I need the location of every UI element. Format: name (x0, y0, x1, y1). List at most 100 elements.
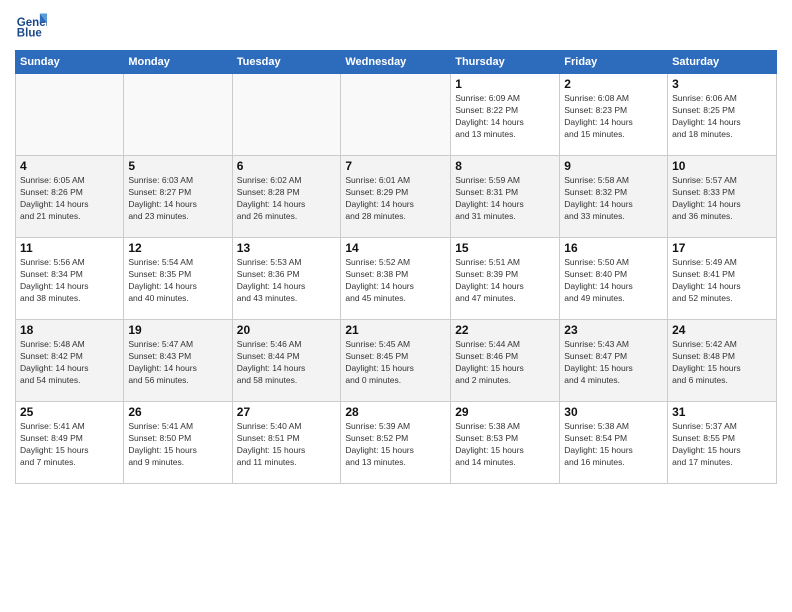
calendar-cell: 30 Sunrise: 5:38 AM Sunset: 8:54 PM Dayli… (560, 402, 668, 484)
day-number: 13 (237, 241, 337, 255)
day-info: Sunrise: 5:42 AM Sunset: 8:48 PM Dayligh… (672, 339, 772, 387)
calendar-cell: 14Sunrise: 5:52 AM Sunset: 8:38 PM Dayli… (341, 238, 451, 320)
day-info: Sunrise: 5:48 AM Sunset: 8:42 PM Dayligh… (20, 339, 119, 387)
day-number: 16 (564, 241, 663, 255)
day-info: Sunrise: 6:06 AM Sunset: 8:25 PM Dayligh… (672, 93, 772, 141)
day-info: Sunrise: 5:37 AM Sunset: 8:55 PM Dayligh… (672, 421, 772, 469)
calendar-cell: 15Sunrise: 5:51 AM Sunset: 8:39 PM Dayli… (451, 238, 560, 320)
day-number: 8 (455, 159, 555, 173)
day-number: 11 (20, 241, 119, 255)
calendar-page: General Blue SundayMondayTuesdayWednesda… (0, 0, 792, 612)
day-info: Sunrise: 5:39 AM Sunset: 8:52 PM Dayligh… (345, 421, 446, 469)
day-number: 7 (345, 159, 446, 173)
day-info: Sunrise: 5:57 AM Sunset: 8:33 PM Dayligh… (672, 175, 772, 223)
calendar-week-row: 1Sunrise: 6:09 AM Sunset: 8:22 PM Daylig… (16, 74, 777, 156)
day-number: 27 (237, 405, 337, 419)
calendar-cell (16, 74, 124, 156)
day-info: Sunrise: 6:02 AM Sunset: 8:28 PM Dayligh… (237, 175, 337, 223)
calendar-cell: 25 Sunrise: 5:41 AM Sunset: 8:49 PM Dayli… (16, 402, 124, 484)
calendar-cell: 1Sunrise: 6:09 AM Sunset: 8:22 PM Daylig… (451, 74, 560, 156)
calendar-cell: 23 Sunrise: 5:43 AM Sunset: 8:47 PM Dayli… (560, 320, 668, 402)
calendar-cell: 7 Sunrise: 6:01 AM Sunset: 8:29 PM Daylig… (341, 156, 451, 238)
day-info: Sunrise: 5:54 AM Sunset: 8:35 PM Dayligh… (128, 257, 227, 305)
calendar-cell: 17 Sunrise: 5:49 AM Sunset: 8:41 PM Dayli… (668, 238, 777, 320)
calendar-cell: 31 Sunrise: 5:37 AM Sunset: 8:55 PM Dayli… (668, 402, 777, 484)
day-number: 20 (237, 323, 337, 337)
calendar-cell (124, 74, 232, 156)
day-number: 31 (672, 405, 772, 419)
calendar-cell: 3Sunrise: 6:06 AM Sunset: 8:25 PM Daylig… (668, 74, 777, 156)
day-info: Sunrise: 5:40 AM Sunset: 8:51 PM Dayligh… (237, 421, 337, 469)
calendar-cell: 13Sunrise: 5:53 AM Sunset: 8:36 PM Dayli… (232, 238, 341, 320)
day-info: Sunrise: 5:59 AM Sunset: 8:31 PM Dayligh… (455, 175, 555, 223)
calendar-cell: 10 Sunrise: 5:57 AM Sunset: 8:33 PM Dayli… (668, 156, 777, 238)
day-info: Sunrise: 6:01 AM Sunset: 8:29 PM Dayligh… (345, 175, 446, 223)
day-number: 19 (128, 323, 227, 337)
day-info: Sunrise: 5:58 AM Sunset: 8:32 PM Dayligh… (564, 175, 663, 223)
calendar-cell: 27 Sunrise: 5:40 AM Sunset: 8:51 PM Dayli… (232, 402, 341, 484)
calendar-cell: 24 Sunrise: 5:42 AM Sunset: 8:48 PM Dayli… (668, 320, 777, 402)
col-header-friday: Friday (560, 51, 668, 74)
calendar-cell: 29 Sunrise: 5:38 AM Sunset: 8:53 PM Dayli… (451, 402, 560, 484)
day-info: Sunrise: 5:44 AM Sunset: 8:46 PM Dayligh… (455, 339, 555, 387)
day-number: 30 (564, 405, 663, 419)
calendar-cell: 18 Sunrise: 5:48 AM Sunset: 8:42 PM Dayli… (16, 320, 124, 402)
col-header-wednesday: Wednesday (341, 51, 451, 74)
calendar-cell: 22 Sunrise: 5:44 AM Sunset: 8:46 PM Dayli… (451, 320, 560, 402)
day-info: Sunrise: 5:52 AM Sunset: 8:38 PM Dayligh… (345, 257, 446, 305)
day-number: 26 (128, 405, 227, 419)
day-number: 25 (20, 405, 119, 419)
day-number: 22 (455, 323, 555, 337)
calendar-cell: 20Sunrise: 5:46 AM Sunset: 8:44 PM Dayli… (232, 320, 341, 402)
col-header-tuesday: Tuesday (232, 51, 341, 74)
day-number: 28 (345, 405, 446, 419)
day-number: 18 (20, 323, 119, 337)
calendar-cell: 6 Sunrise: 6:02 AM Sunset: 8:28 PM Daylig… (232, 156, 341, 238)
day-number: 9 (564, 159, 663, 173)
calendar-table: SundayMondayTuesdayWednesdayThursdayFrid… (15, 50, 777, 484)
day-info: Sunrise: 5:56 AM Sunset: 8:34 PM Dayligh… (20, 257, 119, 305)
calendar-cell: 5 Sunrise: 6:03 AM Sunset: 8:27 PM Daylig… (124, 156, 232, 238)
calendar-cell: 11 Sunrise: 5:56 AM Sunset: 8:34 PM Dayli… (16, 238, 124, 320)
calendar-cell: 28 Sunrise: 5:39 AM Sunset: 8:52 PM Dayli… (341, 402, 451, 484)
calendar-week-row: 25 Sunrise: 5:41 AM Sunset: 8:49 PM Dayli… (16, 402, 777, 484)
day-number: 1 (455, 77, 555, 91)
calendar-week-row: 11 Sunrise: 5:56 AM Sunset: 8:34 PM Dayli… (16, 238, 777, 320)
calendar-cell (341, 74, 451, 156)
day-info: Sunrise: 5:50 AM Sunset: 8:40 PM Dayligh… (564, 257, 663, 305)
col-header-monday: Monday (124, 51, 232, 74)
day-info: Sunrise: 5:38 AM Sunset: 8:53 PM Dayligh… (455, 421, 555, 469)
calendar-header-row: SundayMondayTuesdayWednesdayThursdayFrid… (16, 51, 777, 74)
day-info: Sunrise: 5:38 AM Sunset: 8:54 PM Dayligh… (564, 421, 663, 469)
day-number: 24 (672, 323, 772, 337)
calendar-cell: 9 Sunrise: 5:58 AM Sunset: 8:32 PM Daylig… (560, 156, 668, 238)
col-header-thursday: Thursday (451, 51, 560, 74)
day-info: Sunrise: 5:47 AM Sunset: 8:43 PM Dayligh… (128, 339, 227, 387)
day-number: 12 (128, 241, 227, 255)
logo: General Blue (15, 10, 47, 42)
calendar-week-row: 4Sunrise: 6:05 AM Sunset: 8:26 PM Daylig… (16, 156, 777, 238)
calendar-cell: 19 Sunrise: 5:47 AM Sunset: 8:43 PM Dayli… (124, 320, 232, 402)
day-number: 10 (672, 159, 772, 173)
day-number: 29 (455, 405, 555, 419)
col-header-sunday: Sunday (16, 51, 124, 74)
calendar-cell: 2Sunrise: 6:08 AM Sunset: 8:23 PM Daylig… (560, 74, 668, 156)
day-info: Sunrise: 6:03 AM Sunset: 8:27 PM Dayligh… (128, 175, 227, 223)
day-number: 17 (672, 241, 772, 255)
day-info: Sunrise: 5:45 AM Sunset: 8:45 PM Dayligh… (345, 339, 446, 387)
day-number: 21 (345, 323, 446, 337)
calendar-cell: 26 Sunrise: 5:41 AM Sunset: 8:50 PM Dayli… (124, 402, 232, 484)
day-info: Sunrise: 5:41 AM Sunset: 8:49 PM Dayligh… (20, 421, 119, 469)
day-info: Sunrise: 5:49 AM Sunset: 8:41 PM Dayligh… (672, 257, 772, 305)
day-number: 6 (237, 159, 337, 173)
calendar-cell: 16 Sunrise: 5:50 AM Sunset: 8:40 PM Dayli… (560, 238, 668, 320)
day-number: 5 (128, 159, 227, 173)
calendar-cell: 12 Sunrise: 5:54 AM Sunset: 8:35 PM Dayli… (124, 238, 232, 320)
day-info: Sunrise: 5:51 AM Sunset: 8:39 PM Dayligh… (455, 257, 555, 305)
day-info: Sunrise: 6:05 AM Sunset: 8:26 PM Dayligh… (20, 175, 119, 223)
calendar-cell: 21 Sunrise: 5:45 AM Sunset: 8:45 PM Dayli… (341, 320, 451, 402)
day-info: Sunrise: 5:41 AM Sunset: 8:50 PM Dayligh… (128, 421, 227, 469)
day-number: 23 (564, 323, 663, 337)
day-info: Sunrise: 5:43 AM Sunset: 8:47 PM Dayligh… (564, 339, 663, 387)
day-info: Sunrise: 6:08 AM Sunset: 8:23 PM Dayligh… (564, 93, 663, 141)
